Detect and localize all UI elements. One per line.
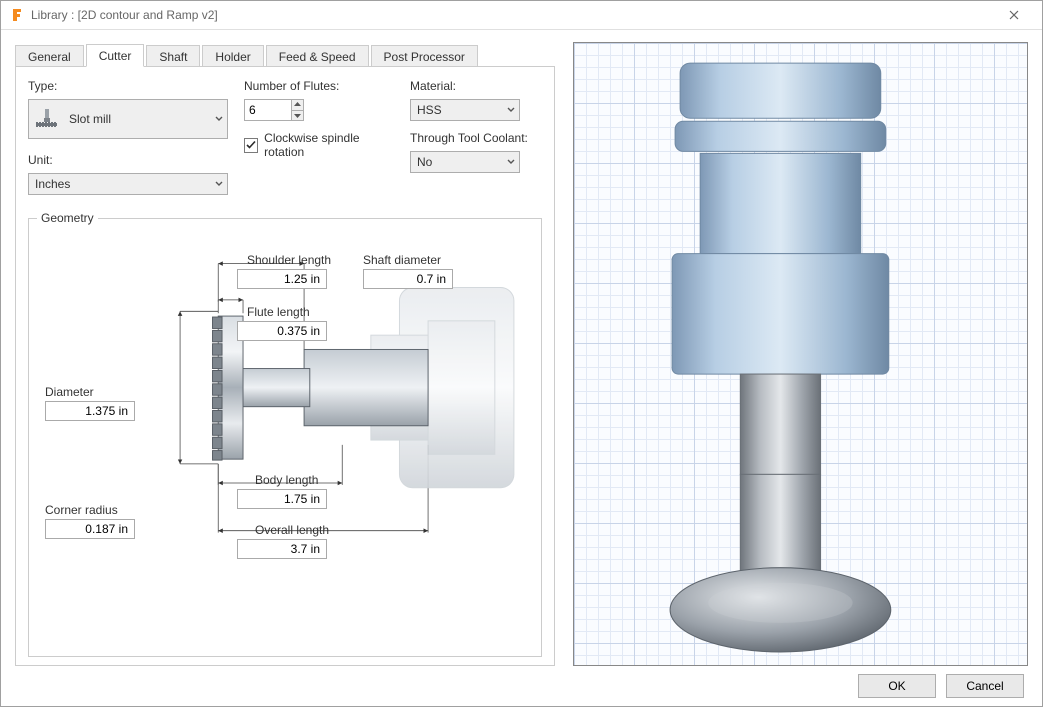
dialog-footer: OK Cancel — [15, 666, 1028, 706]
coolant-value: No — [417, 155, 507, 169]
diameter-input[interactable] — [45, 401, 135, 421]
clockwise-label: Clockwise spindle rotation — [264, 131, 394, 159]
type-select[interactable]: Slot mill — [28, 99, 228, 139]
geometry-group: Geometry — [28, 211, 542, 657]
unit-select[interactable]: Inches — [28, 173, 228, 195]
tab-holder[interactable]: Holder — [202, 45, 263, 67]
tab-shaft[interactable]: Shaft — [146, 45, 200, 67]
shoulder-input[interactable] — [237, 269, 327, 289]
titlebar: Library : [2D contour and Ramp v2] — [1, 1, 1042, 30]
chevron-down-icon — [507, 106, 515, 114]
window-title: Library : [2D contour and Ramp v2] — [31, 8, 994, 22]
material-label: Material: — [410, 79, 540, 93]
coolant-select[interactable]: No — [410, 151, 520, 173]
clockwise-checkbox[interactable]: Clockwise spindle rotation — [244, 131, 394, 159]
material-select[interactable]: HSS — [410, 99, 520, 121]
overall-input[interactable] — [237, 539, 327, 559]
tab-feed-speed[interactable]: Feed & Speed — [266, 45, 369, 67]
flutes-label: Number of Flutes: — [244, 79, 394, 93]
body-input[interactable] — [237, 489, 327, 509]
geometry-diagram — [37, 235, 533, 648]
diameter-label: Diameter — [45, 385, 94, 399]
chevron-down-icon — [215, 180, 223, 188]
flutes-input[interactable] — [244, 99, 304, 121]
tab-post-processor[interactable]: Post Processor — [371, 45, 478, 67]
tool-preview[interactable] — [573, 42, 1028, 666]
shaft-label: Shaft diameter — [363, 253, 441, 267]
corner-label: Corner radius — [45, 503, 118, 517]
ok-button[interactable]: OK — [858, 674, 936, 698]
checkbox-icon — [244, 138, 258, 153]
tool-3d-preview-icon — [574, 43, 1027, 665]
chevron-down-icon — [215, 115, 223, 123]
shaft-input[interactable] — [363, 269, 453, 289]
type-value: Slot mill — [69, 112, 215, 126]
cutter-page: Type: Slot mill Unit: — [15, 66, 555, 666]
coolant-label: Through Tool Coolant: — [410, 131, 540, 145]
spinner-up-icon[interactable] — [292, 100, 303, 111]
corner-input[interactable] — [45, 519, 135, 539]
unit-label: Unit: — [28, 153, 228, 167]
slot-mill-icon — [33, 105, 61, 133]
overall-label: Overall length — [255, 523, 329, 537]
chevron-down-icon — [507, 158, 515, 166]
cancel-button[interactable]: Cancel — [946, 674, 1024, 698]
window-close-button[interactable] — [994, 1, 1034, 29]
tab-cutter[interactable]: Cutter — [86, 44, 145, 67]
flute-label: Flute length — [247, 305, 310, 319]
tool-library-dialog: Library : [2D contour and Ramp v2] Gener… — [0, 0, 1043, 707]
geometry-legend: Geometry — [37, 211, 98, 225]
type-label: Type: — [28, 79, 228, 93]
material-value: HSS — [417, 103, 507, 117]
flute-input[interactable] — [237, 321, 327, 341]
tab-general[interactable]: General — [15, 45, 84, 67]
spinner-down-icon[interactable] — [292, 111, 303, 121]
body-label: Body length — [255, 473, 318, 487]
shoulder-label: Shoulder length — [247, 253, 331, 267]
flutes-value[interactable] — [245, 100, 291, 120]
fusion-icon — [9, 7, 25, 23]
unit-value: Inches — [35, 177, 215, 191]
tabs: General Cutter Shaft Holder Feed & Speed… — [15, 42, 555, 66]
